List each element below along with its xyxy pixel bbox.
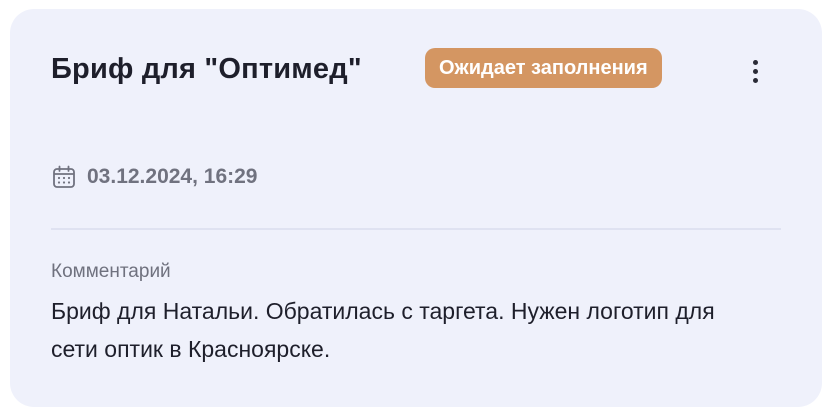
more-vertical-icon-dot xyxy=(752,77,758,83)
brief-title: Бриф для "Оптимед" xyxy=(51,53,362,85)
more-vertical-icon-dot xyxy=(752,68,758,74)
brief-date: 03.12.2024, 16:29 xyxy=(87,165,258,188)
more-vertical-icon xyxy=(752,59,758,65)
brief-card[interactable]: Бриф для "Оптимед" Ожидает заполнения 03… xyxy=(10,9,822,407)
more-options-button[interactable] xyxy=(740,55,770,87)
date-row: 03.12.2024, 16:29 xyxy=(51,162,257,192)
status-badge: Ожидает заполнения xyxy=(425,48,662,88)
comment-text: Бриф для Натальи. Обратилась с таргета. … xyxy=(51,298,715,362)
divider xyxy=(51,228,781,230)
calendar-icon xyxy=(51,164,77,190)
comment-label: Комментарий xyxy=(51,261,171,282)
